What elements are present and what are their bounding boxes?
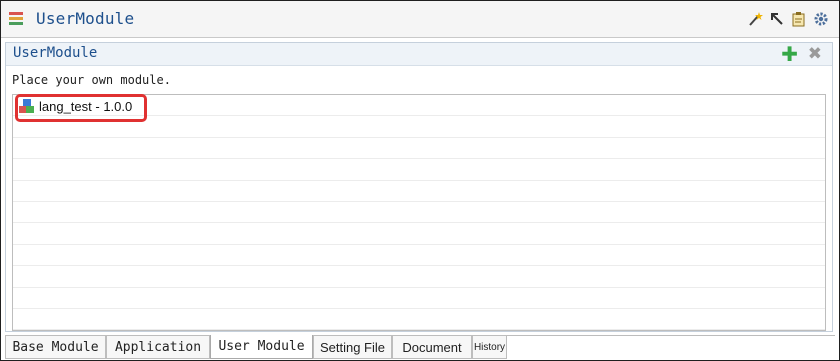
empty-row	[13, 266, 825, 288]
tab-document[interactable]: Document	[392, 336, 472, 359]
tab-user-module[interactable]: User Module	[210, 335, 313, 359]
tab-history[interactable]: History	[472, 336, 507, 359]
bottom-tab-bar: Base Module Application User Module Sett…	[5, 335, 835, 360]
module-list[interactable]: lang_test - 1.0.0	[12, 94, 826, 331]
main-window: UserModule UserModule ✚ ✖ Place your own…	[0, 0, 840, 361]
magic-wand-icon[interactable]	[747, 11, 763, 27]
empty-row	[13, 309, 825, 331]
empty-row	[13, 245, 825, 267]
clipboard-icon[interactable]	[791, 11, 807, 27]
title-bar: UserModule	[1, 1, 839, 38]
module-blocks-icon	[19, 99, 34, 114]
gear-icon[interactable]	[813, 11, 829, 27]
close-icon[interactable]: ✖	[808, 44, 822, 64]
instruction-text: Place your own module.	[12, 73, 171, 87]
module-name: lang_test - 1.0.0	[39, 99, 133, 114]
list-item[interactable]: lang_test - 1.0.0	[13, 95, 825, 117]
panel-title: UserModule	[13, 45, 98, 61]
tab-application[interactable]: Application	[106, 336, 210, 359]
empty-row	[13, 138, 825, 160]
plus-icon[interactable]: ✚	[781, 44, 798, 64]
empty-row	[13, 159, 825, 181]
tab-base-module[interactable]: Base Module	[5, 336, 106, 359]
window-title: UserModule	[36, 9, 135, 28]
panel-header: UserModule ✚ ✖	[6, 43, 832, 66]
empty-row	[13, 288, 825, 309]
arrow-up-left-icon[interactable]	[769, 11, 785, 27]
empty-row	[13, 223, 825, 245]
stack-icon	[9, 12, 23, 26]
empty-row	[13, 202, 825, 224]
tab-setting-file[interactable]: Setting File	[313, 336, 392, 359]
empty-row	[13, 116, 825, 138]
empty-row	[13, 181, 825, 202]
toolbar	[747, 11, 829, 27]
